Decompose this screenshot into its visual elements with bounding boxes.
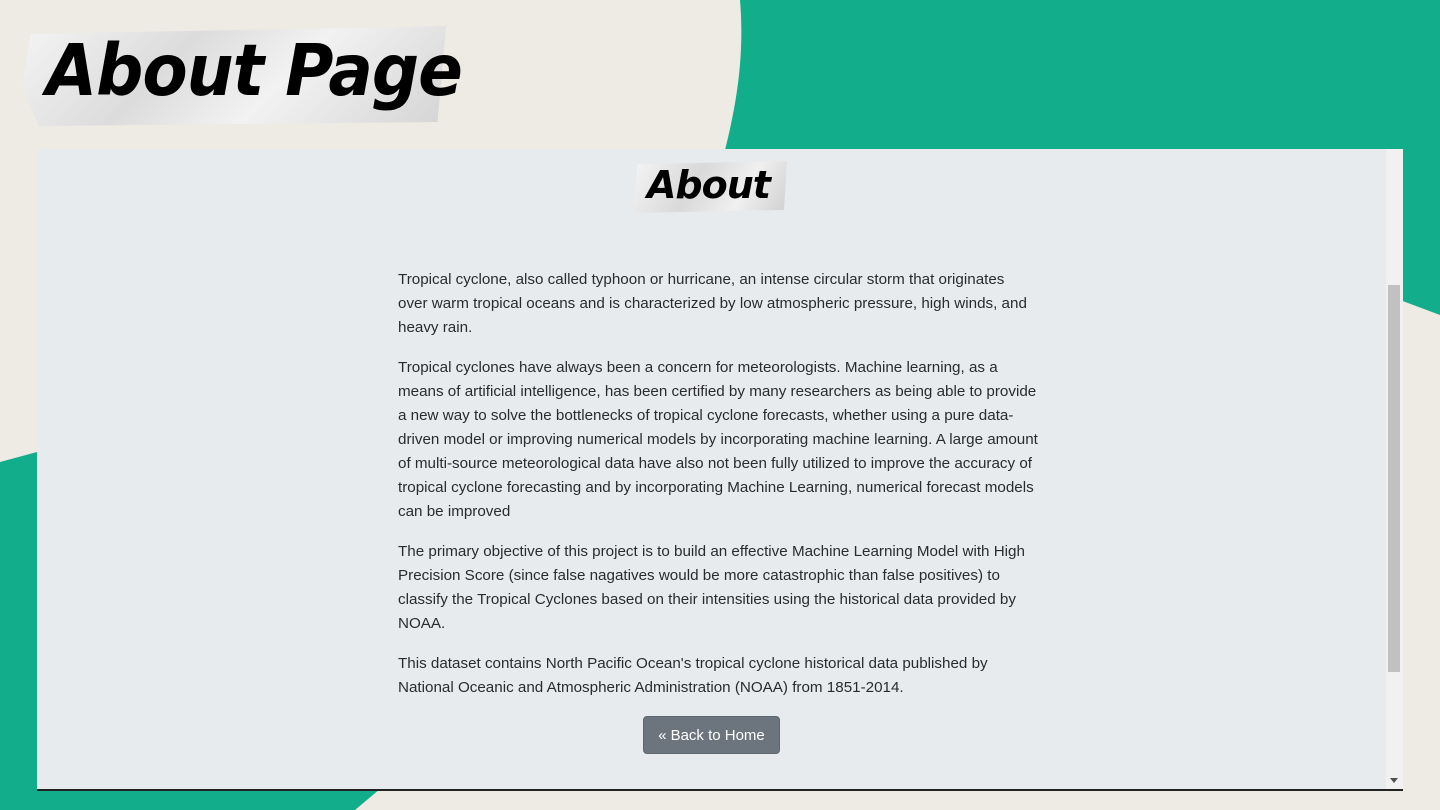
paragraph-objective: The primary objective of this project is… bbox=[398, 543, 1025, 632]
about-text: Tropical cyclone, also called typhoon or… bbox=[398, 268, 1038, 716]
section-heading: About bbox=[647, 163, 771, 207]
vertical-scrollbar[interactable] bbox=[1386, 149, 1403, 789]
double-chevron-left-icon: « bbox=[658, 726, 667, 744]
back-to-home-button[interactable]: « Back to Home bbox=[643, 716, 780, 754]
section-heading-badge: About bbox=[633, 161, 787, 213]
page-title: About Page bbox=[46, 28, 463, 113]
scroll-down-arrow-icon[interactable] bbox=[1390, 778, 1398, 783]
paragraph-definition: Tropical cyclone, also called typhoon or… bbox=[398, 271, 1027, 336]
scrollbar-thumb[interactable] bbox=[1388, 285, 1400, 672]
page-title-badge: About Page bbox=[22, 26, 463, 126]
paragraph-motivation: Tropical cyclones have always been a con… bbox=[398, 359, 1038, 520]
about-content-panel: About Tropical cyclone, also called typh… bbox=[37, 149, 1403, 791]
back-to-home-label: Back to Home bbox=[670, 726, 765, 744]
paragraph-dataset: This dataset contains North Pacific Ocea… bbox=[398, 655, 988, 696]
